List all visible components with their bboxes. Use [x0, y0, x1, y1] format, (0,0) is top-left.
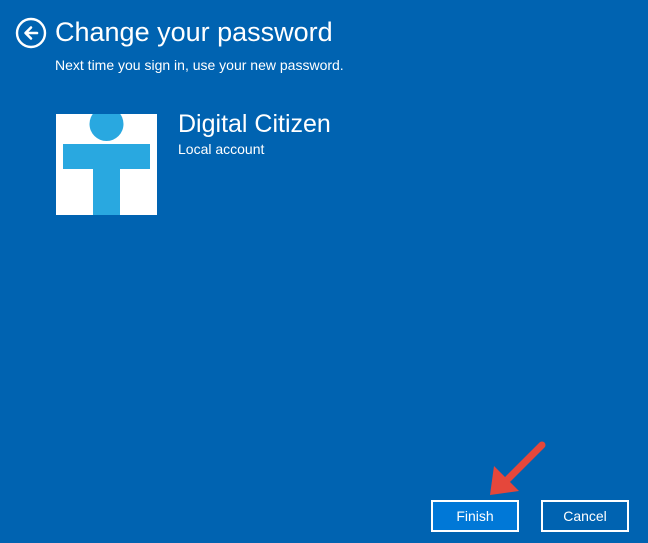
finish-button[interactable]: Finish — [431, 500, 519, 532]
red-pointer-arrow-icon — [490, 441, 546, 495]
page-subtitle: Next time you sign in, use your new pass… — [55, 57, 344, 73]
back-button[interactable] — [15, 17, 47, 49]
page-title: Change your password — [55, 17, 333, 47]
cancel-button[interactable]: Cancel — [541, 500, 629, 532]
back-arrow-icon — [15, 17, 47, 49]
avatar — [56, 114, 157, 215]
annotation-arrow — [484, 440, 548, 500]
user-avatar-logo — [56, 114, 157, 215]
change-password-screen: Change your password Next time you sign … — [0, 0, 648, 543]
account-name: Digital Citizen — [178, 110, 331, 138]
account-type: Local account — [178, 141, 265, 157]
